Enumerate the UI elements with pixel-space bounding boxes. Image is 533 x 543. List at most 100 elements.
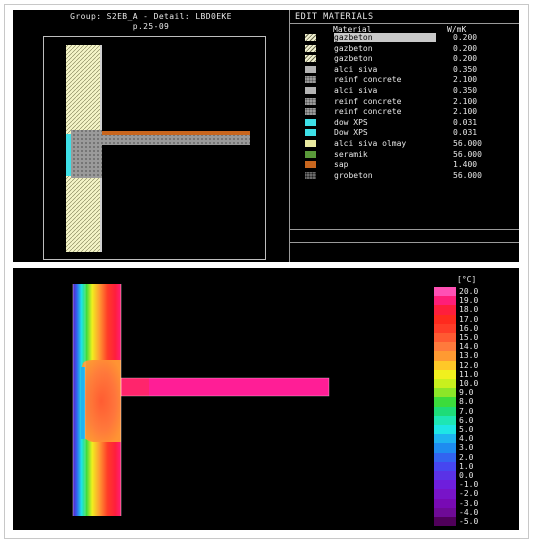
material-name: Dow XPS <box>334 128 368 138</box>
legend-color-swatch <box>434 296 456 306</box>
material-row[interactable]: grobeton 56.000 <box>303 171 513 180</box>
legend-entry: -2.0 <box>434 489 514 499</box>
legend-color-swatch <box>434 498 456 508</box>
material-conductivity: 2.100 <box>453 96 478 106</box>
material-row[interactable]: sap 1.400 <box>303 160 513 169</box>
legend-color-swatch <box>434 415 456 425</box>
legend-entry: 18.0 <box>434 305 514 315</box>
concrete-slab <box>102 135 250 145</box>
legend-entry: 19.0 <box>434 296 514 306</box>
material-swatch <box>305 87 316 94</box>
legend-color-swatch <box>434 507 456 517</box>
legend-color-swatch <box>434 314 456 324</box>
legend-entry: 16.0 <box>434 323 514 333</box>
material-row[interactable]: dow XPS 0.031 <box>303 118 513 127</box>
material-conductivity: 56.000 <box>453 149 482 159</box>
detail-title: Group: S2EB_A - Detail: LBD0EKE <box>70 12 232 21</box>
legend-color-swatch <box>434 351 456 361</box>
materials-title-rule <box>290 23 519 24</box>
legend-entry: -4.0 <box>434 507 514 517</box>
material-name: alci siva <box>334 64 378 74</box>
material-name: alci siva <box>334 86 378 95</box>
material-row[interactable]: gazbeton 0.200 <box>303 54 513 63</box>
legend-entry: 1.0 <box>434 461 514 471</box>
temperature-field[interactable] <box>13 268 433 530</box>
legend-color-swatch <box>434 287 456 297</box>
legend-value: -1.0 <box>459 480 479 490</box>
material-row[interactable]: gazbeton 0.200 <box>303 44 513 53</box>
material-name: reinf concrete <box>334 75 402 85</box>
material-name: reinf concrete <box>334 107 402 117</box>
legend-entry: -3.0 <box>434 498 514 508</box>
material-row[interactable]: reinf concrete 2.100 <box>303 97 513 106</box>
material-conductivity: 0.350 <box>453 86 478 95</box>
legend-color-swatch <box>434 517 456 527</box>
legend-value: 19.0 <box>459 296 479 306</box>
legend-value: -2.0 <box>459 489 479 499</box>
legend-value: 20.0 <box>459 287 479 296</box>
material-name: reinf concrete <box>334 96 402 106</box>
material-swatch <box>305 108 316 116</box>
slab-root-temperature <box>121 378 149 396</box>
legend-color-swatch <box>434 461 456 471</box>
legend-value: 4.0 <box>459 434 474 444</box>
legend-value: 16.0 <box>459 323 479 333</box>
material-swatch <box>305 34 316 41</box>
concrete-beam <box>71 130 102 178</box>
material-conductivity: 56.000 <box>453 170 482 180</box>
legend-value: 1.0 <box>459 461 474 471</box>
material-conductivity: 0.200 <box>453 54 478 64</box>
legend-entry: 7.0 <box>434 406 514 416</box>
legend-value: 8.0 <box>459 397 474 407</box>
legend-entry: 8.0 <box>434 397 514 407</box>
legend-value: 17.0 <box>459 314 479 324</box>
legend-value: 10.0 <box>459 379 479 388</box>
material-conductivity: 0.200 <box>453 33 478 42</box>
material-name: gazbeton <box>334 33 436 42</box>
legend-value: 2.0 <box>459 452 474 462</box>
panel-divider <box>289 10 290 262</box>
legend-entry: 3.0 <box>434 443 514 453</box>
material-conductivity: 1.400 <box>453 160 478 170</box>
legend-color-swatch <box>434 305 456 315</box>
geometry-canvas[interactable] <box>43 36 266 260</box>
material-name: sap <box>334 160 349 170</box>
material-name: dow XPS <box>334 117 368 127</box>
slab-temperature <box>121 378 329 396</box>
geometry-header: Group: S2EB_A - Detail: LBD0EKE p.25-09 <box>13 10 289 32</box>
legend-value: 11.0 <box>459 369 479 379</box>
material-row[interactable]: Dow XPS 0.031 <box>303 128 513 137</box>
legend-entry: 9.0 <box>434 388 514 398</box>
footer-divider-2 <box>289 242 519 243</box>
legend-entry: 15.0 <box>434 333 514 343</box>
beam-heat-zone <box>81 360 121 442</box>
geometry-panel: Group: S2EB_A - Detail: LBD0EKE p.25-09 <box>13 10 519 262</box>
geometry-drawing <box>66 45 250 252</box>
material-row[interactable]: alci siva olmay 56.000 <box>303 139 513 148</box>
material-row[interactable]: reinf concrete 2.100 <box>303 107 513 116</box>
material-row[interactable]: gazbeton 0.200 <box>303 33 513 42</box>
legend-entry: 2.0 <box>434 452 514 462</box>
legend-value: 14.0 <box>459 342 479 352</box>
material-row[interactable]: alci siva 0.350 <box>303 86 513 95</box>
legend-entry: 14.0 <box>434 342 514 352</box>
material-swatch <box>305 97 316 105</box>
material-swatch <box>305 118 316 126</box>
legend-color-swatch <box>434 369 456 379</box>
legend-entry: 11.0 <box>434 369 514 379</box>
material-row[interactable]: alci siva 0.350 <box>303 65 513 74</box>
legend-value: 9.0 <box>459 388 474 398</box>
material-swatch <box>305 65 316 73</box>
beam-insulation-edge <box>81 367 85 439</box>
legend-value: -5.0 <box>459 517 479 526</box>
legend-value: -4.0 <box>459 507 479 517</box>
legend-entry: 12.0 <box>434 360 514 370</box>
material-row[interactable]: seramik 56.000 <box>303 150 513 159</box>
legend-color-swatch <box>434 323 456 333</box>
material-name: gazbeton <box>334 43 373 53</box>
legend-value: 3.0 <box>459 443 474 453</box>
material-row[interactable]: reinf concrete 2.100 <box>303 75 513 84</box>
legend-color-swatch <box>434 434 456 444</box>
legend-value: 13.0 <box>459 351 479 361</box>
legend-color-swatch <box>434 471 456 481</box>
